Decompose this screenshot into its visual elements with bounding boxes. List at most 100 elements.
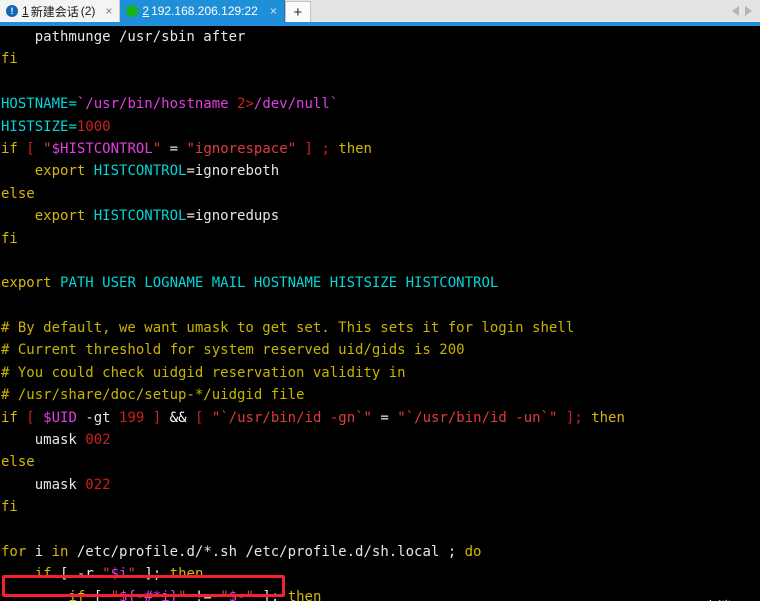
terminal-line: else — [0, 183, 760, 205]
status-scroll-label: 底端 — [703, 597, 731, 601]
terminal-token: $UID — [43, 409, 77, 426]
tab-index-2: 2 — [142, 4, 150, 18]
tab-bar-spacer — [311, 0, 732, 22]
terminal-token: = — [371, 409, 398, 426]
connected-dot-icon — [126, 5, 139, 17]
terminal-line: for i in /etc/profile.d/*.sh /etc/profil… — [0, 541, 760, 563]
vim-status-line: /etc/profile" 77L, 1859C 77,1 底端 — [0, 597, 760, 601]
terminal-token: HISTCONTROL — [93, 208, 187, 225]
terminal-token: 1000 — [76, 118, 111, 135]
tab-close-button-2[interactable]: × — [267, 5, 280, 17]
tab-index-1: 1 — [22, 4, 29, 18]
terminal-token: for — [1, 543, 27, 560]
terminal-token: fi — [1, 51, 18, 68]
terminal-line: fi — [0, 496, 760, 518]
tab-session-2[interactable]: 2 192.168.206.129:22 × — [120, 0, 285, 22]
tab-close-button-1[interactable]: × — [102, 5, 115, 17]
tab-nav-controls — [732, 0, 760, 22]
terminal-token: else — [1, 454, 35, 471]
terminal-token: umask — [1, 432, 86, 449]
chevron-right-icon[interactable] — [745, 6, 752, 16]
terminal-token: $HISTCONTROL — [51, 140, 153, 157]
terminal-token: ; — [321, 140, 330, 157]
terminal-token: ; — [447, 543, 457, 560]
status-cursor-position: 77,1 — [618, 597, 652, 601]
terminal-token: =ignoreboth — [186, 163, 280, 180]
terminal-token: HISTSIZE — [1, 118, 69, 135]
terminal-line: else — [0, 451, 760, 473]
terminal-token: ] — [144, 566, 153, 583]
terminal-line: if [ $UID -gt 199 ] && [ "`/usr/bin/id -… — [0, 407, 760, 429]
terminal-token: && — [169, 409, 187, 426]
terminal-token: `/usr/bin/hostname — [76, 96, 238, 113]
chevron-left-icon[interactable] — [732, 6, 739, 16]
terminal-token: # You could check uidgid reservation val… — [1, 364, 406, 381]
terminal-token: if — [1, 140, 18, 157]
terminal-line: export HISTCONTROL=ignoredups — [0, 205, 760, 227]
terminal-token: HOSTNAME — [1, 96, 69, 113]
terminal-token: if — [34, 566, 52, 583]
terminal-line: if [ "$HISTCONTROL" = "ignorespace" ] ; … — [0, 138, 760, 160]
terminal-token: [ — [26, 409, 35, 426]
terminal-token: =ignoredups — [186, 208, 280, 225]
terminal-token: ; — [574, 409, 583, 426]
terminal-token: # /usr/share/doc/setup-*/uidgid file — [1, 387, 305, 404]
terminal-token: /etc/profile.d/*.sh /etc/profile.d/sh.lo… — [68, 543, 448, 560]
tab-title-2: 192.168.206.129:22 — [151, 4, 258, 18]
terminal-token: then — [338, 140, 372, 157]
terminal-token: "`/usr/bin/id -un`" — [397, 409, 558, 426]
terminal-token: [ — [26, 140, 35, 157]
terminal-line: # /usr/share/doc/setup-*/uidgid file — [0, 384, 760, 406]
terminal-token: = — [161, 140, 187, 157]
terminal-token: ; — [152, 566, 162, 583]
terminal-token: HISTCONTROL — [93, 163, 187, 180]
terminal-line: export HISTCONTROL=ignoreboth — [0, 160, 760, 182]
terminal-token: in — [51, 543, 69, 560]
terminal-line: umask 002 — [0, 429, 760, 451]
terminal-token: /dev/null` — [253, 96, 339, 113]
terminal-line: umask 022 — [0, 474, 760, 496]
terminal-token: ] — [152, 409, 162, 426]
terminal-token: # Current threshold for system reserved … — [1, 342, 465, 359]
terminal-token: then — [169, 566, 204, 583]
terminal-token: fi — [1, 499, 18, 516]
terminal-token: else — [1, 185, 35, 202]
terminal-token: " — [102, 566, 111, 583]
status-file-info: /etc/profile" 77L, 1859C — [1, 597, 203, 601]
terminal-text-buffer: pathmunge /usr/sbin after fi HOSTNAME=`/u… — [0, 26, 760, 601]
new-tab-button[interactable]: + — [284, 1, 311, 22]
terminal-token: 199 — [119, 409, 145, 426]
tab-session-1[interactable]: ! 1 新建会话 (2) × — [0, 0, 121, 22]
terminal-line: fi — [0, 48, 760, 70]
terminal-token: 022 — [85, 476, 111, 493]
terminal-token: 002 — [85, 432, 111, 449]
terminal-token: fi — [1, 230, 18, 247]
terminal-token: -gt — [76, 409, 120, 426]
terminal-token: # By default, we want umask to get set. … — [1, 320, 575, 337]
terminal-token: 2> — [237, 96, 254, 113]
terminal-token: "ignorespace" — [186, 140, 297, 157]
terminal-viewport[interactable]: pathmunge /usr/sbin after fi HOSTNAME=`/u… — [0, 26, 760, 601]
terminal-token: export — [34, 163, 86, 180]
terminal-token: " — [152, 140, 162, 157]
terminal-token: do — [464, 543, 482, 560]
tab-bar: ! 1 新建会话 (2) × 2 192.168.206.129:22 × + — [0, 0, 760, 22]
terminal-line: # Current threshold for system reserved … — [0, 339, 760, 361]
